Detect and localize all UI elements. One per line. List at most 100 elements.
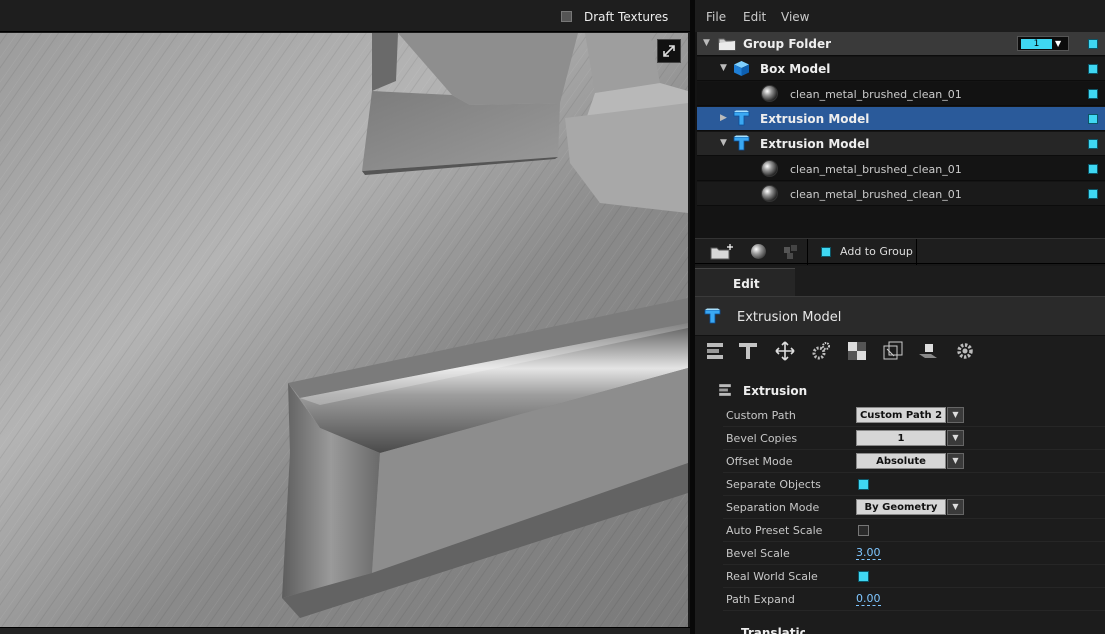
add-to-group-toggle[interactable]: Add to Group [807, 239, 917, 265]
rendered-scene[interactable] [0, 33, 688, 627]
prop-row-separate-objects: Separate Objects [723, 473, 1105, 496]
tree-label: Group Folder [743, 37, 832, 51]
bevel-profile-icon[interactable] [737, 340, 759, 362]
prop-label: Bevel Scale [726, 547, 790, 560]
add-to-group-label: Add to Group [840, 245, 913, 258]
add-material-icon[interactable] [751, 244, 766, 259]
visibility-toggle[interactable] [1088, 164, 1098, 174]
path-expand-number-field[interactable]: 0.00 [856, 592, 881, 606]
collapse-arrow-icon[interactable]: ▼ [720, 63, 730, 73]
prop-label: Real World Scale [726, 570, 818, 583]
offset-mode-dropdown[interactable]: Absolute ▼ [856, 453, 964, 469]
draft-textures-checkbox[interactable] [561, 11, 572, 22]
dropdown-value: By Geometry [856, 499, 946, 515]
shadow-catcher-icon[interactable] [917, 340, 939, 362]
property-category-bar [695, 336, 1105, 366]
visibility-toggle[interactable] [1088, 139, 1098, 149]
tree-row-extrusion-model[interactable]: ▼ Extrusion Model [697, 132, 1105, 156]
prop-row-offset-mode: Offset Mode Absolute ▼ [723, 450, 1105, 473]
prop-label: Separation Mode [726, 501, 820, 514]
tree-row-box-model[interactable]: ▼ Box Model [697, 57, 1105, 81]
material-sphere-icon [761, 85, 778, 102]
extrusion-settings-icon[interactable] [704, 340, 726, 362]
visibility-toggle[interactable] [1088, 114, 1098, 124]
separation-mode-dropdown[interactable]: By Geometry ▼ [856, 499, 964, 515]
tree-toolbar: Add to Group [695, 238, 1105, 265]
collapse-arrow-icon[interactable]: ▼ [703, 38, 713, 48]
settings-gear-icon[interactable] [954, 340, 976, 362]
tree-row-material[interactable]: clean_metal_brushed_clean_01 [697, 82, 1105, 106]
extrusion-model-icon [733, 135, 750, 151]
material-sphere-icon [761, 185, 778, 202]
tree-row-group-folder[interactable]: ▼ Group Folder 1 ▼ [697, 32, 1105, 56]
tree-row-material[interactable]: clean_metal_brushed_clean_01 [697, 182, 1105, 206]
section-header-extrusion[interactable]: Extrusion [695, 376, 1105, 402]
section-title: Translation [741, 626, 805, 634]
chevron-down-icon: ▼ [947, 430, 964, 446]
right-panel: File Edit View ▼ Group Folder 1 ▼ ▼ Box … [695, 0, 1105, 634]
bevel-scale-number-field[interactable]: 3.00 [856, 546, 881, 560]
extrusion-model-icon [704, 308, 721, 324]
dropdown-value: Absolute [856, 453, 946, 469]
tree-label: clean_metal_brushed_clean_01 [790, 188, 962, 201]
visibility-toggle[interactable] [1088, 39, 1098, 49]
tree-row-material[interactable]: clean_metal_brushed_clean_01 [697, 157, 1105, 181]
tab-edit[interactable]: Edit [695, 268, 795, 296]
visibility-toggle[interactable] [1088, 89, 1098, 99]
dropdown-value: 1 [856, 430, 946, 446]
chevron-down-icon: ▼ [947, 453, 964, 469]
bevel-copies-dropdown[interactable]: 1 ▼ [856, 430, 964, 446]
scene-tree: ▼ Group Folder 1 ▼ ▼ Box Model clean_met… [695, 32, 1105, 238]
folder-icon [718, 38, 736, 51]
section-header-translation[interactable]: Translation [715, 626, 805, 634]
chevron-down-icon: ▼ [1055, 39, 1062, 48]
real-world-scale-checkbox[interactable] [858, 571, 869, 582]
visibility-toggle[interactable] [1088, 189, 1098, 199]
tree-label: Box Model [760, 62, 831, 76]
modifiers-gear-icon[interactable] [810, 340, 832, 362]
custom-path-dropdown[interactable]: Custom Path 2 ▼ [856, 407, 964, 423]
prop-row-real-world-scale: Real World Scale [723, 565, 1105, 588]
chevron-down-icon: ▼ [947, 499, 964, 515]
tab-edit-label: Edit [733, 277, 760, 291]
group-count-value: 1 [1021, 39, 1052, 49]
prop-label: Custom Path [726, 409, 796, 422]
extrusion-section-icon [719, 384, 731, 396]
auto-preset-scale-checkbox[interactable] [858, 525, 869, 536]
section-title: Extrusion [743, 384, 808, 398]
tree-label: Extrusion Model [760, 112, 870, 126]
menu-view[interactable]: View [781, 10, 809, 24]
3d-viewport[interactable]: Draft Textures [0, 0, 690, 634]
move-icon[interactable] [774, 340, 796, 362]
menu-file[interactable]: File [706, 10, 726, 24]
draft-textures-label: Draft Textures [584, 10, 669, 24]
new-folder-icon[interactable] [709, 242, 735, 262]
group-count-dropdown[interactable]: 1 ▼ [1017, 36, 1069, 51]
prop-row-bevel-copies: Bevel Copies 1 ▼ [723, 427, 1105, 450]
properties-panel: Edit Extrusion Model Extrusion Custom Pa… [695, 266, 1105, 634]
maximize-viewport-button[interactable] [657, 39, 681, 63]
prop-label: Path Expand [726, 593, 795, 606]
object-title: Extrusion Model [737, 310, 842, 325]
prop-label: Offset Mode [726, 455, 793, 468]
prop-row-separation-mode: Separation Mode By Geometry ▼ [723, 496, 1105, 519]
visibility-toggle[interactable] [1088, 64, 1098, 74]
extrusion-model-icon [733, 110, 750, 126]
prop-row-auto-preset-scale: Auto Preset Scale [723, 519, 1105, 542]
separate-objects-checkbox[interactable] [858, 479, 869, 490]
expand-arrow-icon[interactable]: ▶ [720, 113, 730, 123]
add-object-icon[interactable] [782, 242, 800, 262]
prop-label: Auto Preset Scale [726, 524, 823, 537]
tree-label: clean_metal_brushed_clean_01 [790, 163, 962, 176]
material-checker-icon[interactable] [846, 340, 868, 362]
uv-mapping-icon[interactable] [882, 340, 904, 362]
prop-label: Bevel Copies [726, 432, 798, 445]
tree-row-extrusion-model-selected[interactable]: ▶ Extrusion Model [697, 107, 1105, 131]
brushed-metal-render [0, 33, 688, 627]
viewport-status-strip [0, 627, 690, 634]
collapse-arrow-icon[interactable]: ▼ [720, 138, 730, 148]
object-header: Extrusion Model [695, 296, 1105, 336]
add-to-group-checkbox[interactable] [821, 247, 831, 257]
menu-edit[interactable]: Edit [743, 10, 766, 24]
prop-row-path-expand: Path Expand 0.00 [723, 588, 1105, 611]
